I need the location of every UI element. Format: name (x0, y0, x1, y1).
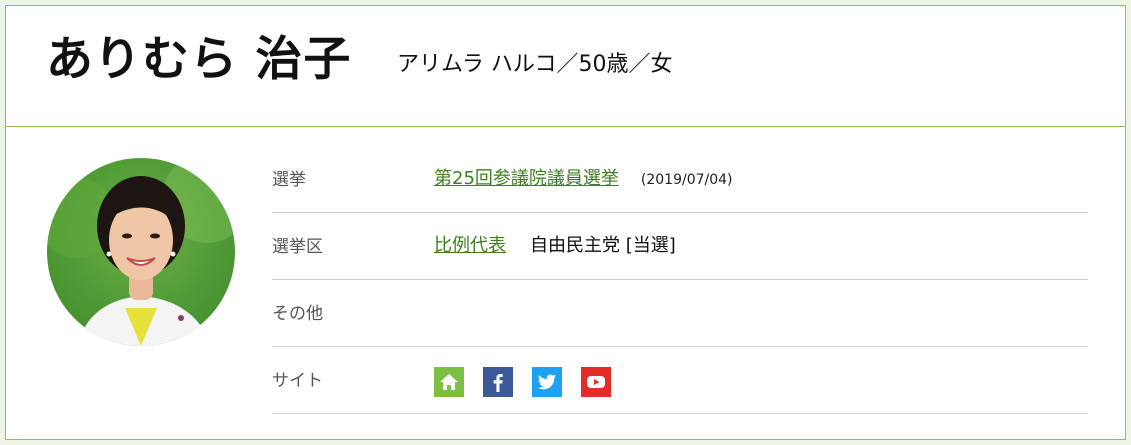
row-site: サイト (272, 347, 1088, 414)
profile-header: ありむら 治子 アリムラ ハルコ／50歳／女 (6, 6, 1125, 127)
candidate-photo (47, 158, 235, 346)
other-label: その他 (272, 304, 323, 324)
candidate-name: ありむら 治子 (46, 32, 352, 87)
home-icon[interactable] (434, 367, 464, 397)
party-result: 自由民主党 [当選] (530, 235, 676, 256)
site-icons (434, 367, 611, 397)
site-label: サイト (272, 371, 323, 391)
election-date: (2019/07/04) (640, 172, 733, 188)
row-district: 選挙区 比例代表 自由民主党 [当選] (272, 213, 1088, 280)
row-election: 選挙 第25回参議院議員選挙 (2019/07/04) (272, 146, 1088, 213)
row-other: その他 (272, 280, 1088, 347)
district-link[interactable]: 比例代表 (434, 235, 506, 256)
facebook-icon[interactable] (483, 367, 513, 397)
candidate-kana-age-gender: アリムラ ハルコ／50歳／女 (397, 52, 673, 77)
election-label: 選挙 (272, 170, 306, 190)
election-link[interactable]: 第25回参議院議員選挙 (434, 168, 619, 189)
profile-card: ありむら 治子 アリムラ ハルコ／50歳／女 選挙 第25回参議院議員選挙 (2… (5, 5, 1126, 440)
twitter-icon[interactable] (532, 367, 562, 397)
youtube-icon[interactable] (581, 367, 611, 397)
district-label: 選挙区 (272, 237, 323, 257)
profile-details: 選挙 第25回参議院議員選挙 (2019/07/04) 選挙区 比例代表 自由民主党… (272, 146, 1088, 414)
